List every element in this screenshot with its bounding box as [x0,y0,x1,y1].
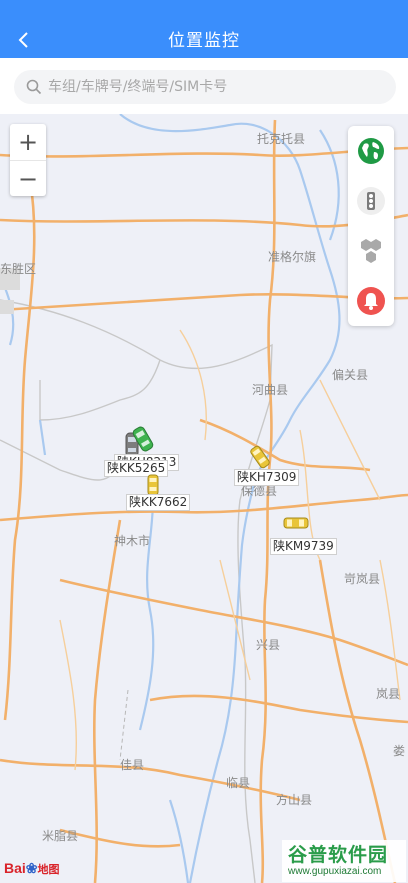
map-view[interactable]: 托克托县 东胜区 准格尔旗 偏关县 河曲县 保德县 神木市 岢岚县 兴县 岚县 … [0,114,408,883]
place-label: 岢岚县 [344,572,381,586]
page-title: 位置监控 [168,31,240,51]
zoom-control: + − [10,124,46,196]
globe-icon [358,138,384,164]
hexagon-cluster-icon [361,239,381,263]
place-label: 神木市 [114,534,151,548]
paw-icon: ❀ [25,860,38,876]
baidu-map-logo: Bai❀地图 [4,860,60,877]
place-label: 兴县 [256,638,281,652]
logo-text-2: 地图 [37,864,60,876]
search-icon [26,79,42,95]
search-input[interactable] [48,79,368,95]
zoom-out-button[interactable]: − [10,160,46,196]
place-label: 偏关县 [332,368,369,382]
alarm-button[interactable] [348,276,394,326]
place-label: 娄 [393,744,406,758]
vehicle-plate-label[interactable]: 陕KM9739 [270,538,337,555]
cluster-button[interactable] [348,226,394,276]
map-type-button[interactable] [348,126,394,176]
watermark-url: www.gupuxiazai.com [288,866,382,877]
traffic-light-icon [357,187,385,215]
place-label: 河曲县 [252,383,289,397]
watermark-title: 谷普软件园 [288,844,389,866]
place-label: 佳县 [120,758,145,772]
logo-text: Bai [4,860,26,876]
bell-icon [357,287,385,315]
place-label: 岚县 [376,687,401,701]
traffic-button[interactable] [348,176,394,226]
car-icon[interactable] [282,514,310,532]
place-label: 临县 [226,776,251,790]
car-icon[interactable] [146,474,160,496]
vehicle-plate-label[interactable]: 陕KK7662 [126,494,191,511]
map-canvas [0,114,408,883]
car-icon[interactable] [250,444,270,470]
search-box[interactable] [14,70,396,104]
search-bar [0,58,408,114]
place-label: 方山县 [276,793,313,807]
place-label: 米脂县 [42,829,79,843]
zoom-in-button[interactable]: + [10,124,46,160]
place-label: 准格尔旗 [268,250,317,264]
place-label: 东胜区 [0,262,37,276]
place-label: 托克托县 [257,132,306,146]
map-toolbar [348,126,394,326]
site-watermark: 谷普软件园 www.gupuxiazai.com [282,840,406,882]
vehicle-plate-label[interactable]: 陕KH7309 [234,469,300,486]
